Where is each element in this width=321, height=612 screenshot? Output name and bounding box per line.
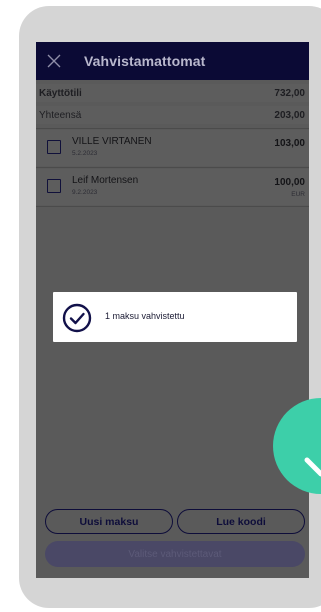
payment-checkbox[interactable] [47,140,61,154]
app-screen: Vahvistamattomat Käyttötili 732,00 Yhtee… [36,42,309,578]
page-title: Vahvistamattomat [84,53,206,69]
divider [36,167,309,168]
app-stage: Vahvistamattomat Käyttötili 732,00 Yhtee… [0,0,321,612]
account-label: Käyttötili [39,88,82,99]
select-to-confirm-button[interactable]: Valitse vahvistettavat [45,541,305,567]
account-balance: 732,00 [274,88,305,99]
new-payment-button[interactable]: Uusi maksu [45,509,173,534]
payment-row[interactable]: VILLE VIRTANEN 5.2.2023 103,00 [36,130,309,166]
total-row: Yhteensä 203,00 [36,106,309,124]
payment-currency: EUR [291,191,305,198]
total-label: Yhteensä [39,110,82,121]
payment-checkbox[interactable] [47,179,61,193]
total-amount: 203,00 [274,110,305,121]
check-circle-icon [62,303,92,333]
toast-message: 1 maksu vahvistettu [105,311,185,321]
payment-amount: 103,00 [274,138,305,149]
payment-date: 5.2.2023 [72,150,98,157]
payment-row[interactable]: Leif Mortensen 9.2.2023 100,00 EUR [36,169,309,205]
divider [36,206,309,207]
check-icon [304,457,321,477]
account-row: Käyttötili 732,00 [36,84,309,102]
payment-date: 9.2.2023 [72,189,98,196]
title-bar: Vahvistamattomat [36,42,309,80]
confirmation-toast: 1 maksu vahvistettu [53,292,297,342]
close-icon[interactable] [47,54,61,68]
success-badge [273,398,321,494]
divider [36,128,309,129]
payment-amount: 100,00 [274,177,305,188]
payment-payee: Leif Mortensen [72,175,139,186]
payment-payee: VILLE VIRTANEN [72,136,152,147]
read-code-button[interactable]: Lue koodi [177,509,305,534]
